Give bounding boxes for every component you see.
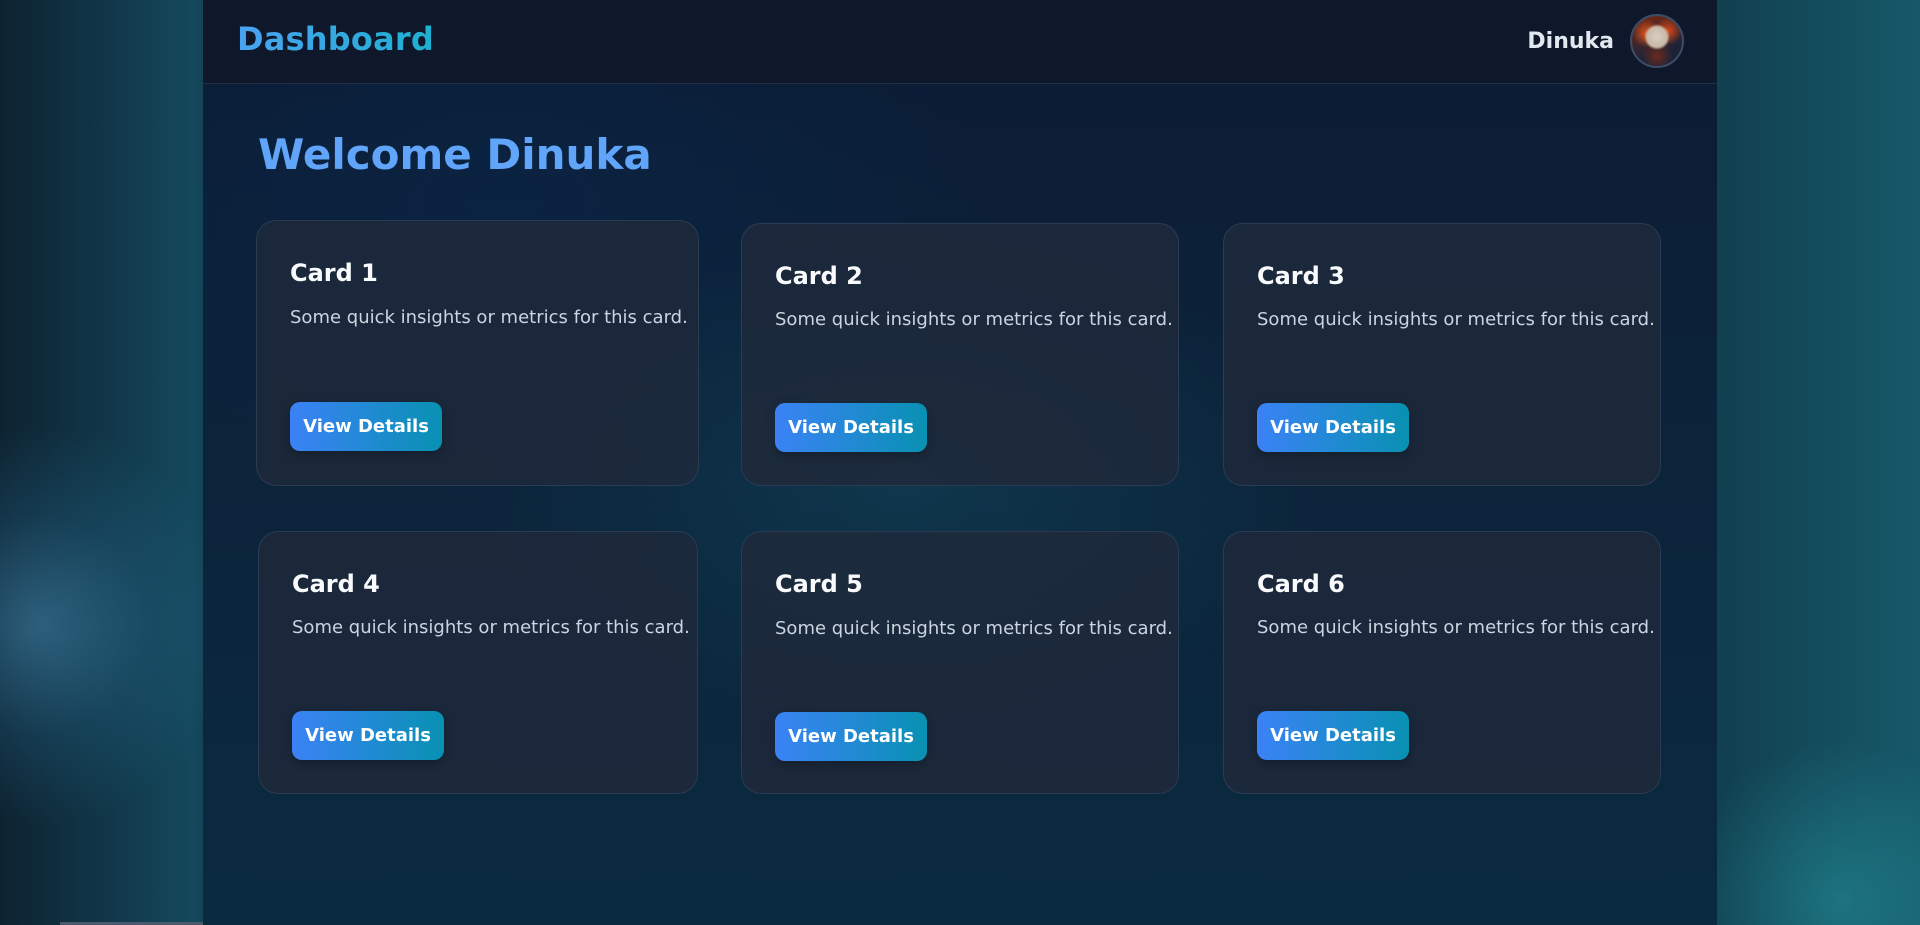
card-title: Card 3 (1257, 262, 1345, 290)
card-4: Card 4 Some quick insights or metrics fo… (258, 531, 698, 794)
view-details-button[interactable]: View Details (1257, 711, 1409, 760)
user-menu[interactable]: Dinuka (1527, 14, 1684, 68)
brand-title[interactable]: Dashboard (237, 20, 434, 58)
card-text: Some quick insights or metrics for this … (292, 617, 690, 638)
view-details-button[interactable]: View Details (290, 402, 442, 451)
card-title: Card 1 (290, 259, 378, 287)
card-text: Some quick insights or metrics for this … (775, 309, 1173, 330)
card-title: Card 6 (1257, 570, 1345, 598)
card-1: Card 1 Some quick insights or metrics fo… (256, 220, 699, 486)
card-5: Card 5 Some quick insights or metrics fo… (741, 531, 1179, 794)
user-name: Dinuka (1527, 28, 1614, 54)
card-6: Card 6 Some quick insights or metrics fo… (1223, 531, 1661, 794)
card-2: Card 2 Some quick insights or metrics fo… (741, 223, 1179, 486)
view-details-button[interactable]: View Details (292, 711, 444, 760)
top-navbar: Dashboard Dinuka (203, 0, 1717, 84)
app-shell: Dashboard Dinuka Welcome Dinuka Card 1 S… (203, 0, 1717, 925)
card-3: Card 3 Some quick insights or metrics fo… (1223, 223, 1661, 486)
card-title: Card 4 (292, 570, 380, 598)
card-text: Some quick insights or metrics for this … (1257, 309, 1655, 330)
view-details-button[interactable]: View Details (775, 712, 927, 761)
view-details-button[interactable]: View Details (775, 403, 927, 452)
card-text: Some quick insights or metrics for this … (1257, 617, 1655, 638)
card-title: Card 5 (775, 570, 863, 598)
view-details-button[interactable]: View Details (1257, 403, 1409, 452)
card-title: Card 2 (775, 262, 863, 290)
avatar[interactable] (1630, 14, 1684, 68)
card-text: Some quick insights or metrics for this … (775, 618, 1173, 639)
card-text: Some quick insights or metrics for this … (290, 307, 688, 328)
page-title: Welcome Dinuka (258, 130, 652, 179)
